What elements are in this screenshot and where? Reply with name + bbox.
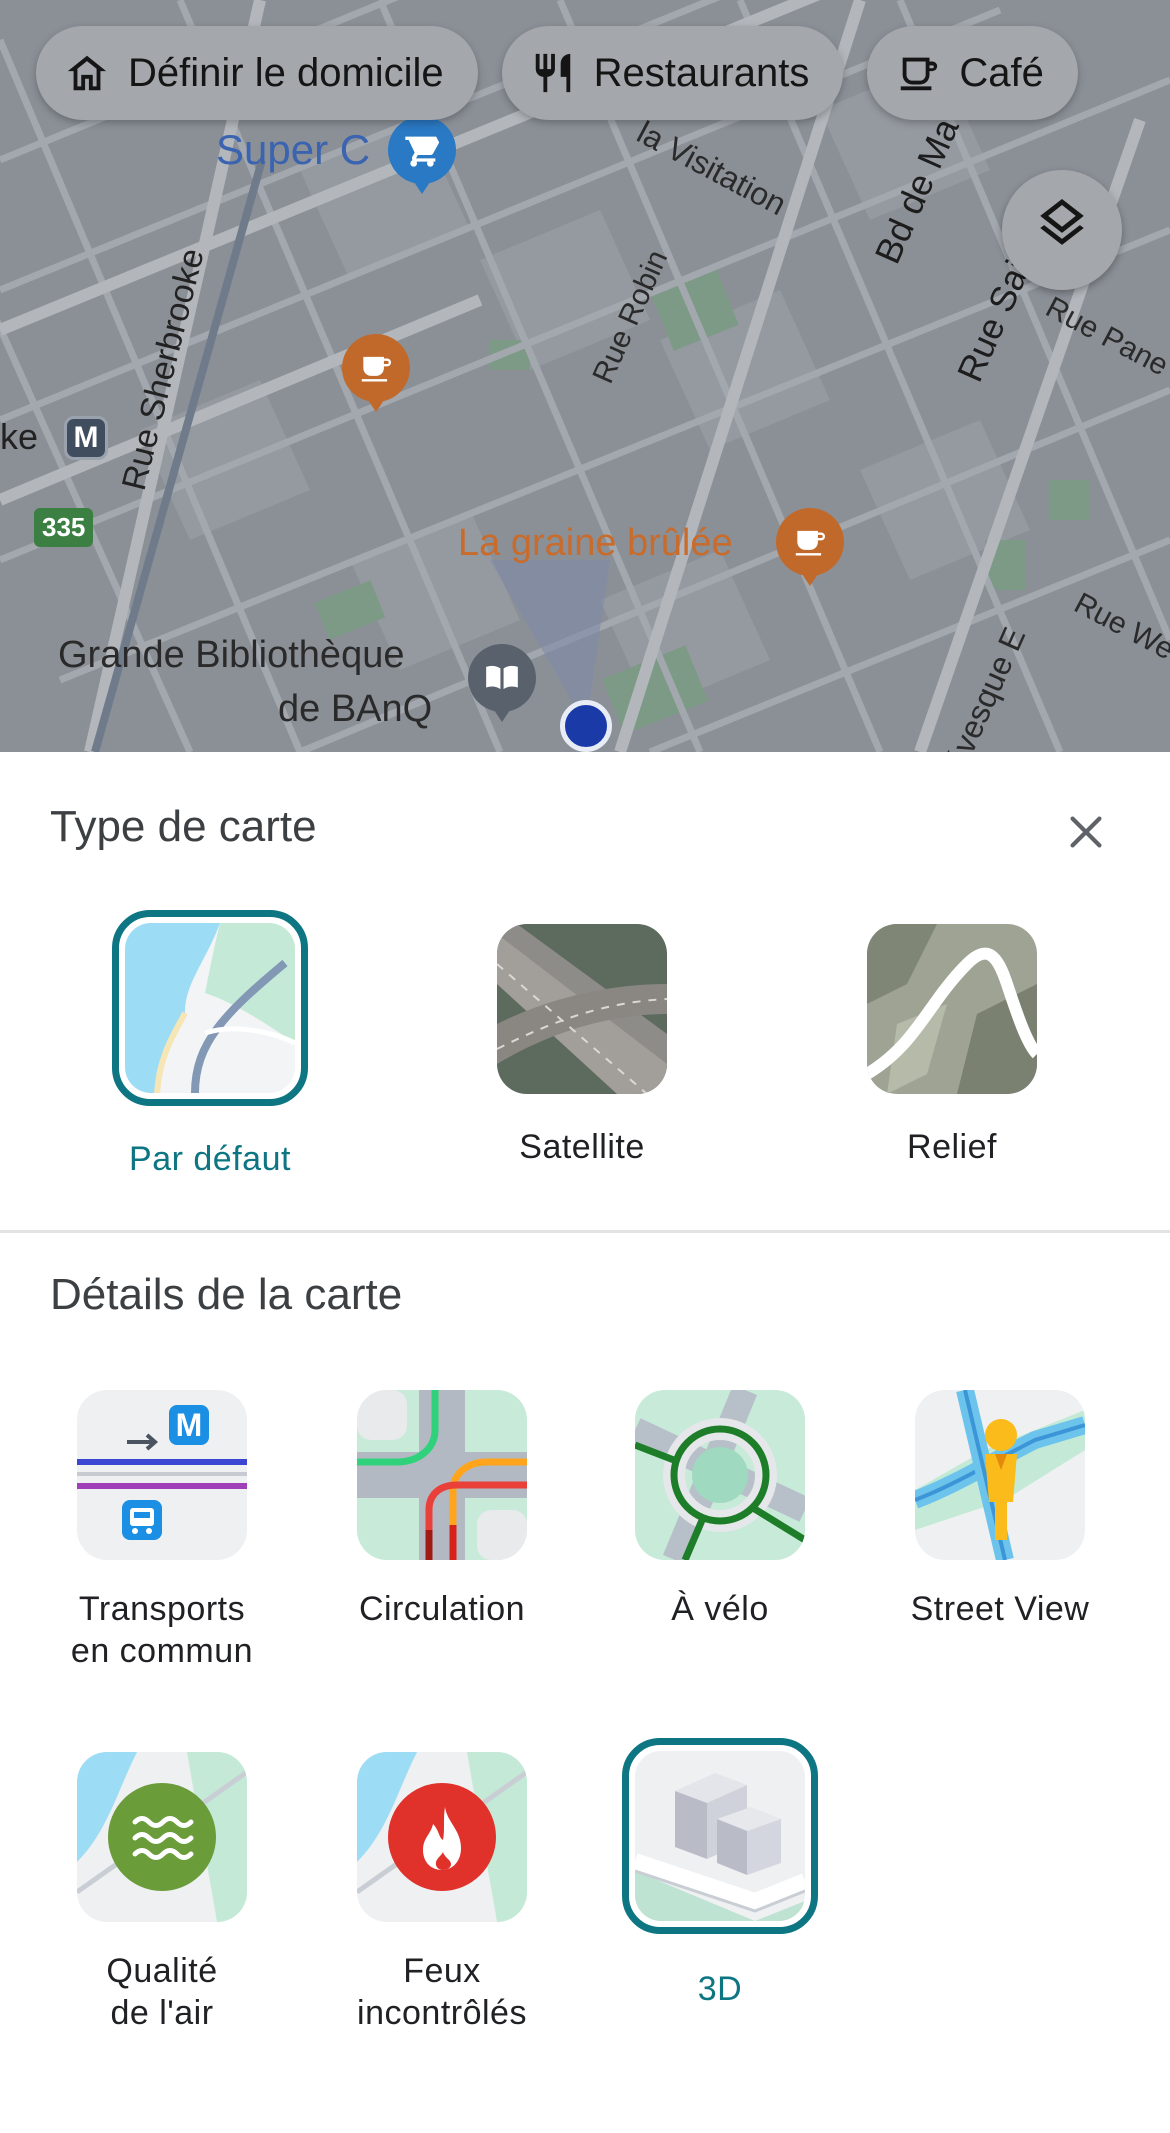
detail-label-line1: Feux bbox=[403, 1952, 481, 1990]
home-icon bbox=[62, 48, 112, 98]
map-label-la-graine-brulee[interactable]: La graine brûlée bbox=[458, 522, 733, 565]
traffic-icon[interactable] bbox=[357, 1390, 527, 1560]
transit-icon[interactable]: M bbox=[77, 1390, 247, 1560]
chip-label: Définir le domicile bbox=[128, 50, 444, 95]
map-type-default[interactable]: Par défaut bbox=[90, 910, 330, 1179]
detail-label-line1: Street View bbox=[910, 1590, 1090, 1628]
section-divider bbox=[0, 1230, 1170, 1233]
layers-icon bbox=[1033, 198, 1091, 262]
map-type-label: Par défaut bbox=[129, 1140, 291, 1178]
svg-text:M: M bbox=[176, 1407, 203, 1443]
close-icon bbox=[1063, 809, 1109, 860]
detail-label-line2: incontrôlés bbox=[357, 1994, 527, 2032]
grocery-pin-icon[interactable] bbox=[388, 116, 456, 194]
cafe-pin-icon[interactable] bbox=[342, 334, 410, 412]
detail-transit[interactable]: M Transports en commun bbox=[22, 1390, 302, 1672]
metro-station-icon[interactable]: M bbox=[64, 416, 108, 460]
detail-label-line1: 3D bbox=[697, 1970, 743, 2008]
highway-shield-335: 335 bbox=[34, 508, 94, 547]
sheet-title: Type de carte bbox=[50, 802, 317, 851]
map-type-terrain[interactable]: Relief bbox=[832, 924, 1072, 1167]
chip-label: Restaurants bbox=[593, 50, 810, 95]
map-label-de-banq[interactable]: de BAnQ bbox=[278, 688, 432, 731]
map-type-label: Satellite bbox=[519, 1128, 645, 1166]
detail-label: 3D bbox=[580, 1968, 860, 2010]
chip-label: Café bbox=[959, 50, 1044, 95]
3d-buildings-icon[interactable] bbox=[622, 1738, 818, 1934]
detail-label: Street View bbox=[860, 1588, 1140, 1630]
detail-bicycling[interactable]: À vélo bbox=[580, 1390, 860, 1630]
map-type-terrain-thumb[interactable] bbox=[867, 924, 1037, 1094]
detail-label: Qualité de l'air bbox=[22, 1950, 302, 2034]
map-label-grande-bibliotheque[interactable]: Grande Bibliothèque bbox=[58, 634, 404, 677]
detail-label-line1: Transports bbox=[78, 1590, 246, 1628]
detail-label-line2: en commun bbox=[70, 1632, 254, 1670]
detail-label: Feux incontrôlés bbox=[302, 1950, 582, 2034]
fork-knife-icon bbox=[528, 48, 578, 98]
detail-label-line1: Circulation bbox=[358, 1590, 526, 1628]
details-title: Détails de la carte bbox=[50, 1270, 403, 1319]
detail-street-view[interactable]: Street View bbox=[860, 1390, 1140, 1630]
chip-set-home[interactable]: Définir le domicile bbox=[36, 26, 478, 120]
cafe-pin-icon[interactable] bbox=[776, 508, 844, 586]
detail-wildfires[interactable]: Feux incontrôlés bbox=[302, 1752, 582, 2034]
map-label-ke: ke bbox=[0, 416, 39, 457]
current-location-dot[interactable] bbox=[560, 700, 612, 752]
detail-label: Transports en commun bbox=[22, 1588, 302, 1672]
detail-label-line1: À vélo bbox=[671, 1590, 769, 1628]
bicycling-icon[interactable] bbox=[635, 1390, 805, 1560]
map-type-label: Relief bbox=[907, 1128, 997, 1166]
detail-label: Circulation bbox=[302, 1588, 582, 1630]
detail-label-line1: Qualité bbox=[106, 1952, 218, 1990]
detail-label-line2: de l'air bbox=[110, 1994, 214, 2032]
coffee-cup-icon bbox=[893, 48, 943, 98]
map-type-satellite-thumb[interactable] bbox=[497, 924, 667, 1094]
category-chip-row: Définir le domicile Restaurants Café bbox=[36, 26, 1078, 120]
street-view-icon[interactable] bbox=[915, 1390, 1085, 1560]
detail-label: À vélo bbox=[580, 1588, 860, 1630]
map-type-default-thumb[interactable] bbox=[112, 910, 308, 1106]
map-view[interactable]: Super C Rue Sherbrooke Rue Robin la Visi… bbox=[0, 0, 1170, 752]
chip-restaurants[interactable]: Restaurants bbox=[501, 26, 844, 120]
detail-air-quality[interactable]: Qualité de l'air bbox=[22, 1752, 302, 2034]
layers-button[interactable] bbox=[1002, 170, 1122, 290]
wildfire-icon[interactable] bbox=[357, 1752, 527, 1922]
air-quality-icon[interactable] bbox=[77, 1752, 247, 1922]
close-button[interactable] bbox=[1056, 804, 1116, 864]
library-pin-icon[interactable] bbox=[468, 644, 536, 722]
detail-traffic[interactable]: Circulation bbox=[302, 1390, 582, 1630]
detail-3d[interactable]: 3D bbox=[580, 1738, 860, 2010]
map-type-sheet: Type de carte Par défaut Satellite Relie… bbox=[0, 752, 1170, 2133]
chip-cafe[interactable]: Café bbox=[867, 26, 1078, 120]
map-type-satellite[interactable]: Satellite bbox=[462, 924, 702, 1167]
map-label-super-c[interactable]: Super C bbox=[216, 126, 370, 174]
